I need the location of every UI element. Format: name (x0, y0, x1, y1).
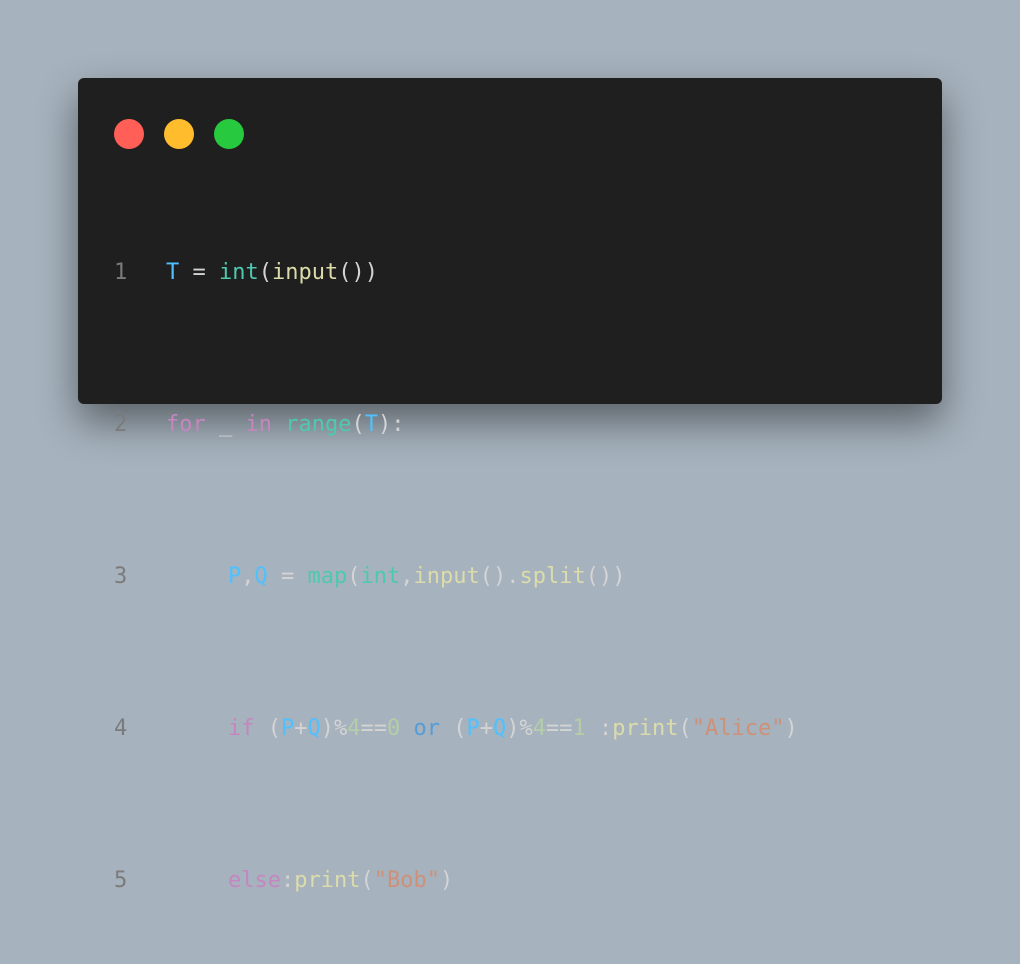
code-token: ( (351, 412, 365, 437)
window-controls (114, 119, 244, 149)
code-token: ( (678, 716, 692, 741)
code-token: = (267, 564, 308, 589)
maximize-dot-icon (214, 119, 244, 149)
code-token: + (294, 716, 308, 741)
code-token: input (272, 260, 339, 285)
line-number: 1 (114, 260, 128, 285)
code-text: T = int(input()) (166, 254, 378, 292)
code-token: P (466, 716, 480, 741)
code-token: ) (784, 716, 798, 741)
code-token: (). (479, 564, 520, 589)
code-text: P,Q = map(int,input().split()) (166, 558, 625, 596)
code-token: map (307, 564, 348, 589)
code-token: ( (440, 716, 467, 741)
code-token: , (241, 564, 255, 589)
code-token: Q (493, 716, 507, 741)
minimize-dot-icon (164, 119, 194, 149)
code-text: if (P+Q)%4==0 or (P+Q)%4==1 :print("Alic… (166, 710, 798, 748)
line-number: 3 (114, 564, 128, 589)
code-window: 1 T = int(input()) 2 for _ in range(T): … (78, 78, 942, 893)
code-token: 1 (572, 716, 586, 741)
code-token: P (228, 564, 242, 589)
code-token: print (294, 868, 361, 893)
code-token: print (612, 716, 679, 741)
code-token: ( (254, 716, 281, 741)
code-token: P (281, 716, 295, 741)
code-token: : (585, 716, 613, 741)
code-token: int (219, 260, 259, 285)
code-token: )% (320, 716, 348, 741)
code-token: ()) (338, 260, 378, 285)
code-token: or (413, 716, 441, 741)
code-token: )% (506, 716, 533, 741)
line-number: 4 (114, 716, 128, 741)
code-line-3: 3 P,Q = map(int,input().split()) (114, 558, 798, 596)
code-token: in (245, 412, 273, 437)
code-token: + (479, 716, 493, 741)
line-number: 2 (114, 412, 128, 437)
code-line-5: 5 else:print("Bob") (114, 862, 798, 900)
code-token: ) (439, 868, 454, 893)
code-token: ): (377, 412, 405, 437)
code-token: T (166, 260, 180, 285)
code-token: for (166, 412, 206, 437)
code-token: = (179, 260, 219, 285)
code-token: ()) (585, 564, 626, 589)
code-token: "Alice" (691, 716, 785, 741)
code-token: _ (205, 412, 246, 437)
code-block: 1 T = int(input()) 2 for _ in range(T): … (114, 178, 798, 964)
code-line-4: 4 if (P+Q)%4==0 or (P+Q)%4==1 :print("Al… (114, 710, 798, 748)
code-line-1: 1 T = int(input()) (114, 254, 798, 292)
code-token: if (228, 716, 255, 741)
code-token: split (519, 564, 586, 589)
code-token: : (280, 868, 295, 893)
close-dot-icon (114, 119, 144, 149)
code-text: else:print("Bob") (166, 862, 453, 900)
code-token: T (364, 412, 378, 437)
code-token: == (546, 716, 573, 741)
code-token: else (228, 868, 281, 893)
code-token: 4 (532, 716, 546, 741)
code-token: ( (347, 564, 361, 589)
code-token: , (400, 564, 414, 589)
code-token: Q (307, 716, 321, 741)
code-token: ( (360, 868, 374, 893)
code-token: input (413, 564, 480, 589)
code-token: "Bob" (373, 868, 440, 893)
code-token: range (285, 412, 352, 437)
code-text: for _ in range(T): (166, 406, 404, 444)
code-token: int (360, 564, 401, 589)
code-token: Q (254, 564, 268, 589)
code-token: == (360, 716, 388, 741)
code-token: 0 (387, 716, 401, 741)
code-line-2: 2 for _ in range(T): (114, 406, 798, 444)
code-token: ( (258, 260, 272, 285)
line-number: 5 (114, 868, 128, 893)
code-token: 4 (347, 716, 361, 741)
